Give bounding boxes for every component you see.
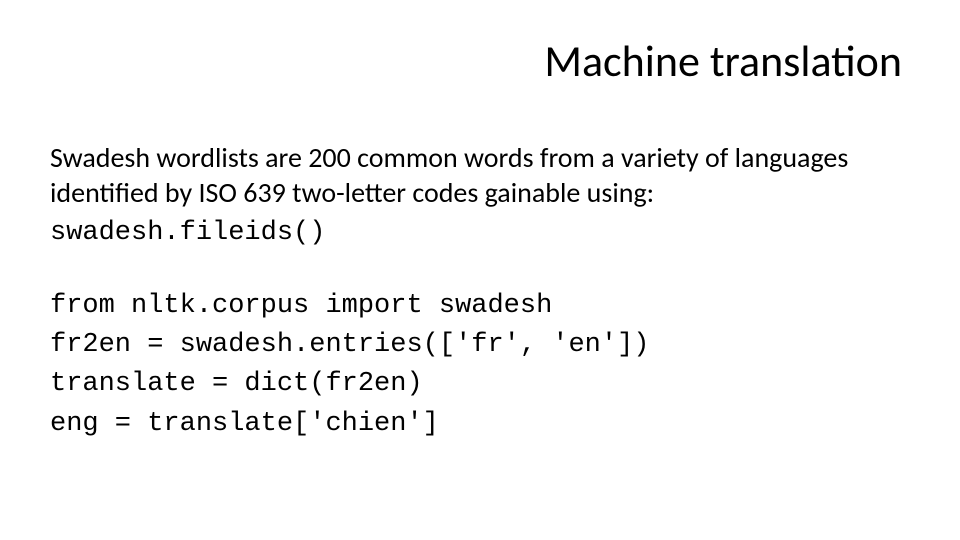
- code-line-1: from nltk.corpus import swadesh: [50, 287, 902, 326]
- intro-paragraph: Swadesh wordlists are 200 common words f…: [50, 140, 902, 210]
- slide: Machine translation Swadesh wordlists ar…: [0, 0, 960, 540]
- code-line-2: fr2en = swadesh.entries(['fr', 'en']): [50, 326, 902, 365]
- code-line-4: eng = translate['chien']: [50, 405, 902, 444]
- code-snippet-fileids: swadesh.fileids(): [50, 214, 902, 253]
- slide-title: Machine translation: [544, 34, 902, 88]
- spacer: [50, 253, 902, 287]
- slide-body: Swadesh wordlists are 200 common words f…: [50, 140, 902, 444]
- code-line-3: translate = dict(fr2en): [50, 365, 902, 404]
